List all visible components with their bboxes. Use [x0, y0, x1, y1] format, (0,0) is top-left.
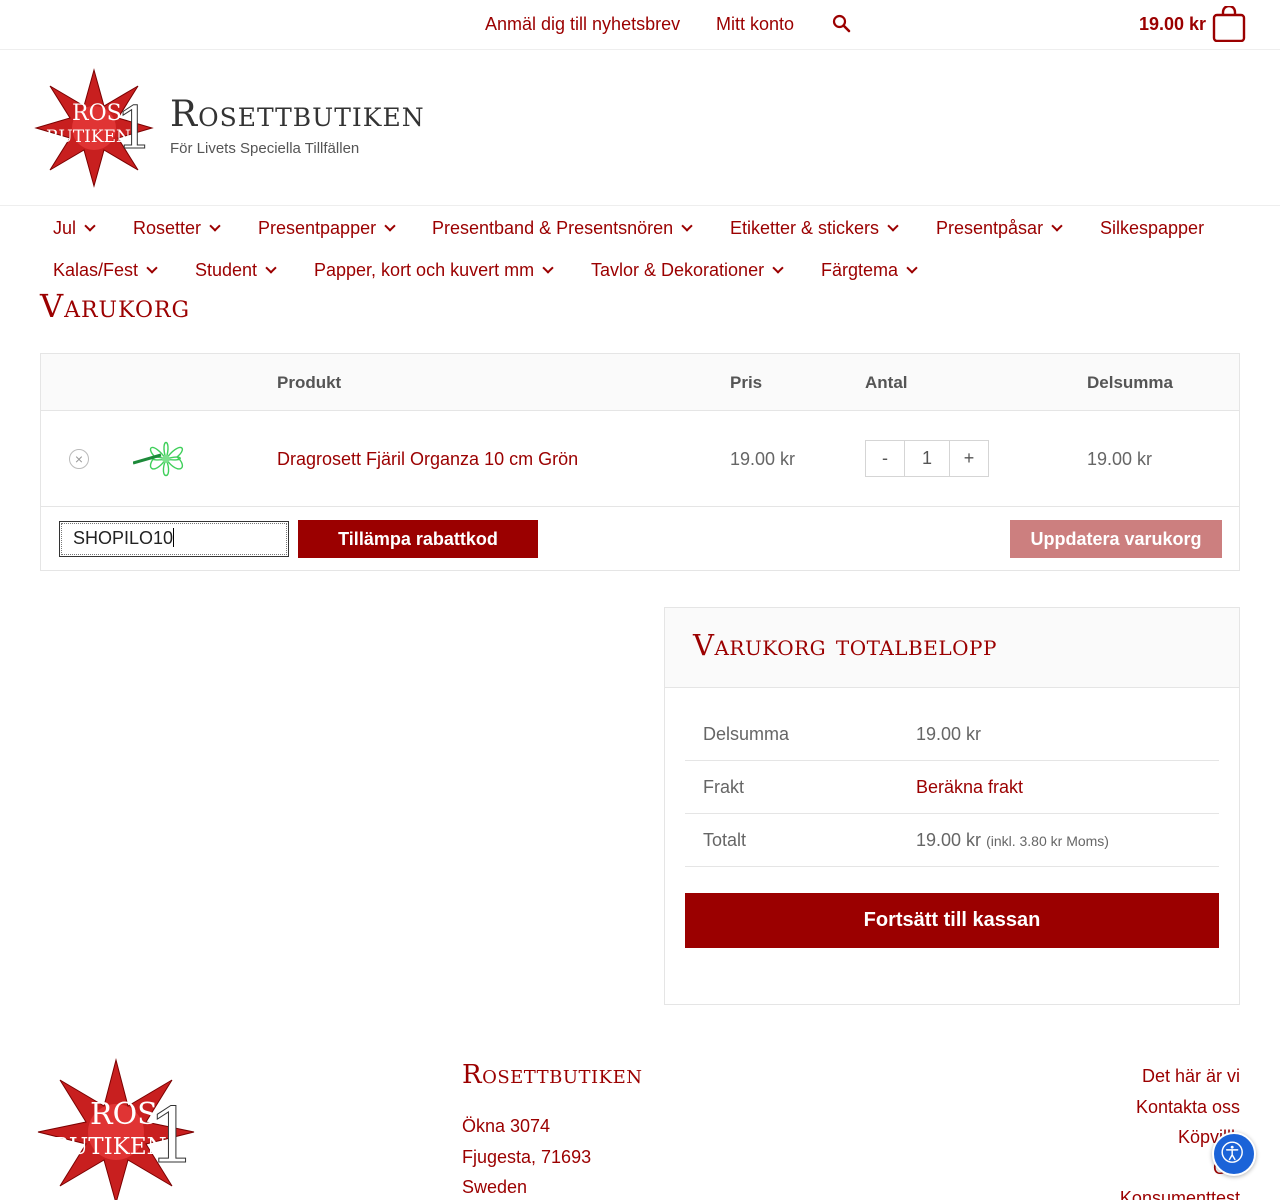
nav-item-rosetter[interactable]: Rosetter	[133, 218, 221, 239]
nav-item-presentpasar[interactable]: Presentpåsar	[936, 218, 1063, 239]
nav-label: Tavlor & Dekorationer	[591, 260, 765, 280]
cart-table-header: Produkt Pris Antal Delsumma	[41, 354, 1239, 411]
chevron-down-icon	[772, 262, 784, 274]
nav-label: Silkespapper	[1100, 218, 1205, 238]
apply-coupon-button[interactable]: Tillämpa rabattkod	[298, 520, 538, 558]
nav-item-jul[interactable]: Jul	[53, 218, 96, 239]
chevron-down-icon	[887, 220, 899, 232]
quantity-decrease-button[interactable]: -	[866, 441, 904, 476]
coupon-code-input[interactable]: SHOPILO10	[59, 521, 289, 557]
main-navigation: Jul Rosetter Presentpapper Presentband &…	[0, 205, 1280, 280]
chevron-down-icon	[384, 220, 396, 232]
nav-label: Presentband & Presentsnören	[432, 218, 674, 238]
nav-item-papper-kort[interactable]: Papper, kort och kuvert mm	[314, 260, 554, 281]
chevron-down-icon	[1051, 220, 1063, 232]
accessibility-icon[interactable]	[1212, 1132, 1256, 1176]
total-label: Totalt	[703, 830, 747, 850]
logo-text-top: ROS	[72, 101, 122, 126]
coupon-code-value: SHOPILO10	[73, 528, 174, 548]
proceed-to-checkout-button[interactable]: Fortsätt till kassan	[685, 893, 1219, 948]
footer-address-line: Fjugesta, 71693	[462, 1147, 592, 1167]
footer-address-line: Ökna 3074	[462, 1116, 551, 1136]
chevron-down-icon	[209, 220, 221, 232]
nav-item-silkespapper[interactable]: Silkespapper	[1100, 218, 1204, 239]
newsletter-link[interactable]: Anmäl dig till nyhetsbrev	[485, 14, 680, 35]
calculate-shipping-link[interactable]: Beräkna frakt	[916, 777, 1023, 798]
footer-link-about[interactable]: Det här är vi	[1142, 1066, 1240, 1087]
search-icon[interactable]	[832, 14, 852, 34]
chevron-down-icon	[542, 262, 554, 274]
product-thumbnail[interactable]	[133, 433, 199, 485]
quantity-stepper: - 1 +	[865, 440, 989, 477]
cart-totals-title: Varukorg totalbelopp	[693, 628, 997, 662]
nav-item-etiketter[interactable]: Etiketter & stickers	[730, 218, 899, 239]
update-cart-button[interactable]: Uppdatera varukorg	[1010, 520, 1222, 558]
logo-digit: 1	[116, 94, 153, 162]
chevron-down-icon	[146, 262, 158, 274]
chevron-down-icon	[265, 262, 277, 274]
nav-item-student[interactable]: Student	[195, 260, 277, 281]
text-cursor	[173, 528, 175, 547]
totals-row-subtotal: Delsumma 19.00 kr	[685, 708, 1219, 761]
footer-title: Rosettbutiken	[462, 1060, 643, 1090]
column-header-product: Produkt	[277, 373, 342, 392]
totals-row-shipping: Frakt Beräkna frakt	[685, 761, 1219, 814]
total-value-group: 19.00 kr (inkl. 3.80 kr Moms)	[916, 830, 1109, 851]
nav-label: Kalas/Fest	[53, 260, 139, 280]
header-cart-total[interactable]: 19.00 kr	[1139, 14, 1206, 35]
footer-link-consumer-test[interactable]: Konsumenttest	[1120, 1188, 1240, 1200]
nav-label: Presentpapper	[258, 218, 377, 238]
footer-link-contact[interactable]: Kontakta oss	[1136, 1097, 1240, 1118]
site-logo[interactable]: ROS BUTIKEN 1	[34, 68, 154, 188]
footer-logo-digit: 1	[148, 1091, 196, 1180]
subtotal-value: 19.00 kr	[916, 724, 982, 744]
nav-item-kalas-fest[interactable]: Kalas/Fest	[53, 260, 158, 281]
nav-label: Jul	[53, 218, 77, 238]
chevron-down-icon	[906, 262, 918, 274]
quantity-increase-button[interactable]: +	[950, 441, 988, 476]
cart-item-row: × Dragrosett Fjäril Organza 10 cm Grön 1…	[41, 411, 1239, 507]
total-value: 19.00 kr	[916, 830, 982, 850]
footer-address-line: Sweden	[462, 1177, 528, 1197]
shipping-label: Frakt	[703, 777, 745, 797]
nav-item-presentband[interactable]: Presentband & Presentsnören	[432, 218, 693, 239]
site-title[interactable]: Rosettbutiken	[170, 94, 425, 135]
tax-note: (inkl. 3.80 kr Moms)	[986, 833, 1109, 849]
nav-label: Färgtema	[821, 260, 899, 280]
site-tagline: För Livets Speciella Tillfällen	[170, 140, 360, 157]
nav-item-fargtema[interactable]: Färgtema	[821, 260, 918, 281]
product-name-link[interactable]: Dragrosett Fjäril Organza 10 cm Grön	[277, 449, 578, 470]
chevron-down-icon	[681, 220, 693, 232]
nav-item-presentpapper[interactable]: Presentpapper	[258, 218, 396, 239]
column-header-subtotal: Delsumma	[1087, 373, 1173, 392]
nav-label: Presentpåsar	[936, 218, 1044, 238]
top-bar: Anmäl dig till nyhetsbrev Mitt konto 19.…	[0, 0, 1280, 50]
line-subtotal: 19.00 kr	[1087, 449, 1153, 469]
shopping-bag-icon[interactable]	[1212, 6, 1246, 42]
column-header-price: Pris	[730, 373, 763, 392]
chevron-down-icon	[84, 220, 96, 232]
nav-label: Etiketter & stickers	[730, 218, 880, 238]
nav-item-tavlor[interactable]: Tavlor & Dekorationer	[591, 260, 784, 281]
page-title: Varukorg	[40, 287, 191, 325]
nav-label: Rosetter	[133, 218, 202, 238]
cart-table: Produkt Pris Antal Delsumma × Dragrosett…	[40, 353, 1240, 571]
subtotal-label: Delsumma	[703, 724, 790, 744]
remove-circle-icon[interactable]: ×	[69, 449, 89, 469]
cart-totals: Varukorg totalbelopp Delsumma 19.00 kr F…	[664, 607, 1240, 1005]
nav-label: Papper, kort och kuvert mm	[314, 260, 535, 280]
product-price: 19.00 kr	[730, 449, 796, 469]
cart-totals-header: Varukorg totalbelopp	[665, 608, 1239, 688]
nav-label: Student	[195, 260, 258, 280]
quantity-input[interactable]: 1	[904, 441, 950, 476]
footer-logo[interactable]: ROS BUTIKEN 1	[36, 1058, 196, 1200]
totals-row-total: Totalt 19.00 kr (inkl. 3.80 kr Moms)	[685, 814, 1219, 867]
my-account-link[interactable]: Mitt konto	[716, 14, 794, 35]
column-header-quantity: Antal	[865, 373, 908, 392]
